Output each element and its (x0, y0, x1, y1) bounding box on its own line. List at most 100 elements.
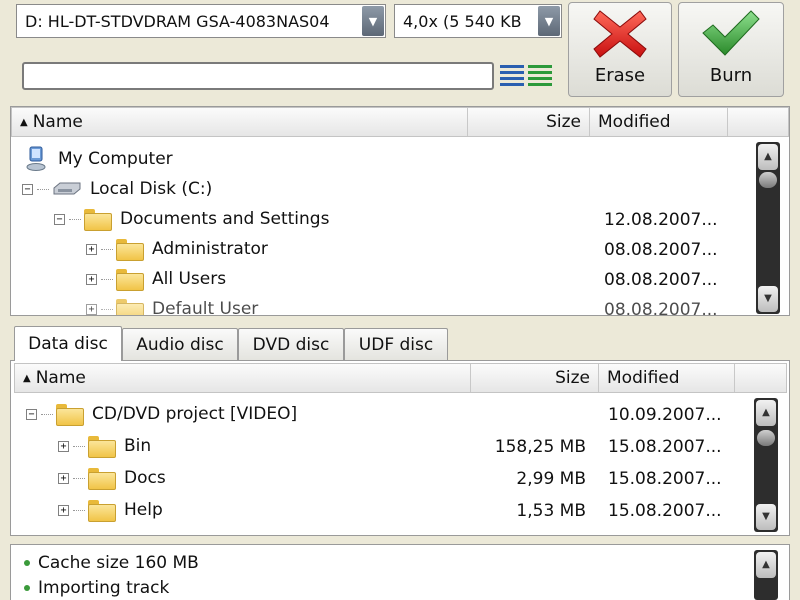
folder-icon (88, 436, 116, 458)
scroll-down-icon[interactable]: ▼ (758, 286, 778, 312)
tree-label: Local Disk (C:) (90, 179, 213, 199)
hard-drive-icon (53, 182, 81, 195)
scroll-down-icon[interactable]: ▼ (756, 504, 776, 530)
folder-icon (56, 404, 84, 426)
explorer-header: ▲ Name Size Modified (11, 107, 789, 137)
speed-select-value: 4,0x (5 540 KB (403, 11, 522, 31)
expand-icon[interactable]: + (58, 472, 69, 484)
size-value: 1,53 MB (516, 501, 586, 521)
modified-value: 08.08.2007... (604, 270, 718, 290)
column-modified-label: Modified (598, 112, 671, 132)
size-value: 158,25 MB (494, 437, 586, 457)
expand-icon[interactable]: + (86, 303, 97, 315)
column-modified[interactable]: Modified (590, 108, 728, 136)
expand-icon[interactable]: + (58, 440, 69, 452)
erase-button[interactable]: Erase (568, 2, 672, 97)
column-size[interactable]: Size (468, 108, 590, 136)
tree-row-my-computer[interactable]: My Computer (24, 144, 173, 174)
scroll-thumb[interactable] (759, 172, 777, 188)
collapse-icon[interactable]: − (22, 183, 33, 195)
folder-icon (88, 468, 116, 490)
erase-x-icon (593, 10, 647, 58)
project-root-row[interactable]: − CD/DVD project [VIDEO] (26, 399, 297, 429)
project-row-docs[interactable]: + Docs (58, 463, 166, 493)
sort-up-icon: ▲ (20, 116, 28, 128)
tab-dvd-disc[interactable]: DVD disc (238, 328, 344, 360)
scroll-up-icon[interactable]: ▲ (758, 144, 778, 170)
computer-icon (26, 146, 46, 171)
tree-row-default-user[interactable]: + Default User (86, 294, 258, 315)
folder-icon (88, 500, 116, 522)
list-view-icon[interactable] (500, 63, 556, 87)
log-scrollbar[interactable]: ▲ (754, 550, 778, 600)
tree-row-documents-and-settings[interactable]: − Documents and Settings (54, 204, 329, 234)
tree-label: Bin (124, 436, 152, 456)
tree-label: Docs (124, 468, 166, 488)
bullet-icon (24, 585, 30, 591)
column-modified[interactable]: Modified (599, 364, 735, 392)
folder-icon (116, 299, 144, 315)
tree-label: Documents and Settings (120, 209, 330, 229)
column-name-label: Name (35, 368, 86, 388)
log-text: Cache size 160 MB (38, 553, 199, 573)
tab-data-disc[interactable]: Data disc (14, 326, 122, 361)
tree-label: Help (124, 500, 163, 520)
explorer-scrollbar[interactable]: ▲ ▼ (756, 142, 780, 314)
modified-value: 08.08.2007... (604, 240, 718, 260)
tree-label: Administrator (152, 239, 268, 259)
collapse-icon[interactable]: − (54, 213, 65, 225)
tree-row-local-disk[interactable]: − Local Disk (C:) (22, 174, 212, 204)
tree-label: Default User (152, 299, 259, 315)
burn-label: Burn (709, 65, 753, 86)
drive-select[interactable]: D: HL-DT-STDVDRAM GSA-4083NAS04 ▼ (16, 4, 386, 38)
column-name[interactable]: ▲ Name (15, 364, 471, 392)
project-scrollbar[interactable]: ▲ ▼ (754, 398, 778, 532)
size-value: 2,99 MB (516, 469, 586, 489)
project-row-bin[interactable]: + Bin (58, 431, 151, 461)
tree-row-all-users[interactable]: + All Users (86, 264, 226, 294)
expand-icon[interactable]: + (86, 243, 97, 255)
speed-select[interactable]: 4,0x (5 540 KB ▼ (394, 4, 562, 38)
checkmark-icon (702, 10, 760, 56)
modified-value: 15.08.2007... (608, 501, 722, 521)
expand-icon[interactable]: + (86, 273, 97, 285)
collapse-icon[interactable]: − (26, 408, 37, 420)
tree-label: CD/DVD project [VIDEO] (92, 404, 298, 424)
project-row-help[interactable]: + Help (58, 495, 163, 525)
project-header: ▲ Name Size Modified (14, 363, 787, 393)
tab-label: DVD disc (252, 334, 330, 355)
tree-label: All Users (152, 269, 227, 289)
column-name[interactable]: ▲ Name (12, 108, 468, 136)
column-size-label: Size (546, 112, 581, 132)
folder-icon (84, 209, 112, 231)
progress-field (22, 62, 494, 90)
modified-value: 15.08.2007... (608, 437, 722, 457)
folder-icon (116, 239, 144, 261)
tree-row-administrator[interactable]: + Administrator (86, 234, 268, 264)
scroll-up-icon[interactable]: ▲ (756, 552, 776, 578)
chevron-down-icon[interactable]: ▼ (362, 6, 384, 36)
expand-icon[interactable]: + (58, 504, 69, 516)
column-size-label: Size (555, 368, 590, 388)
tree-label: My Computer (58, 149, 173, 169)
folder-icon (116, 269, 144, 291)
drive-select-value: D: HL-DT-STDVDRAM GSA-4083NAS04 (25, 11, 330, 31)
scroll-thumb[interactable] (757, 430, 775, 446)
chevron-down-icon[interactable]: ▼ (538, 6, 560, 36)
scroll-up-icon[interactable]: ▲ (756, 400, 776, 426)
tab-udf-disc[interactable]: UDF disc (344, 328, 448, 360)
column-name-label: Name (32, 112, 83, 132)
modified-value: 08.08.2007... (604, 300, 718, 315)
tab-label: Audio disc (136, 334, 224, 355)
clip-area: + Default User 08.08.2007... (11, 292, 755, 315)
log-text: Importing track (38, 578, 170, 598)
erase-label: Erase (594, 65, 646, 86)
column-size[interactable]: Size (471, 364, 599, 392)
log-line: Importing track (24, 574, 169, 600)
sort-up-icon: ▲ (23, 372, 31, 384)
tab-audio-disc[interactable]: Audio disc (122, 328, 238, 360)
burn-button[interactable]: Burn (678, 2, 784, 97)
modified-value: 12.08.2007... (604, 210, 718, 230)
tab-label: UDF disc (358, 334, 434, 355)
tab-label: Data disc (28, 334, 108, 354)
